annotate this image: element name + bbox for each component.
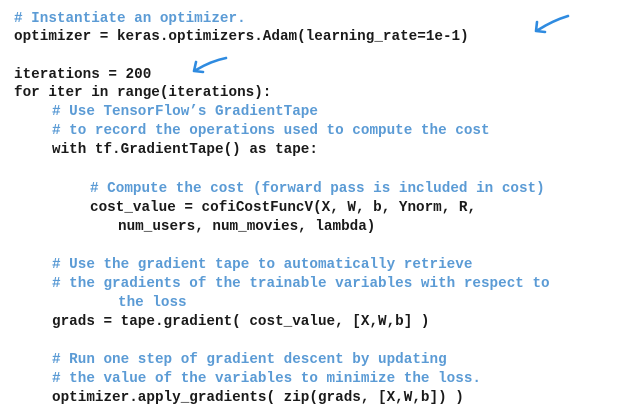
code-block: # Instantiate an optimizer. optimizer = … [0,0,624,417]
code-line: grads = tape.gradient( cost_value, [X,W,… [52,314,430,330]
code-line: # Use TensorFlow’s GradientTape [52,104,318,120]
code-line: the loss [118,295,187,311]
code-line: optimizer.apply_gradients( zip(grads, [X… [52,390,464,406]
code-line: # Use the gradient tape to automatically… [52,257,473,273]
code-line: # Compute the cost (forward pass is incl… [90,181,545,197]
code-line: with tf.GradientTape() as tape: [52,142,318,158]
code-line: iterations = 200 [14,67,152,83]
code-line: optimizer = keras.optimizers.Adam(learni… [14,29,469,45]
code-line: # the gradients of the trainable variabl… [52,276,550,292]
code-line: # the value of the variables to minimize… [52,371,481,387]
code-line: cost_value = cofiCostFuncV(X, W, b, Ynor… [90,200,477,216]
code-line: # to record the operations used to compu… [52,123,490,139]
code-line: # Run one step of gradient descent by up… [52,352,447,368]
hand-drawn-arrow-icon [534,14,570,34]
code-line: for iter in range(iterations): [14,85,272,101]
hand-drawn-arrow-icon [192,56,228,74]
code-line: # Instantiate an optimizer. [14,11,246,27]
code-line: num_users, num_movies, lambda) [118,219,376,235]
